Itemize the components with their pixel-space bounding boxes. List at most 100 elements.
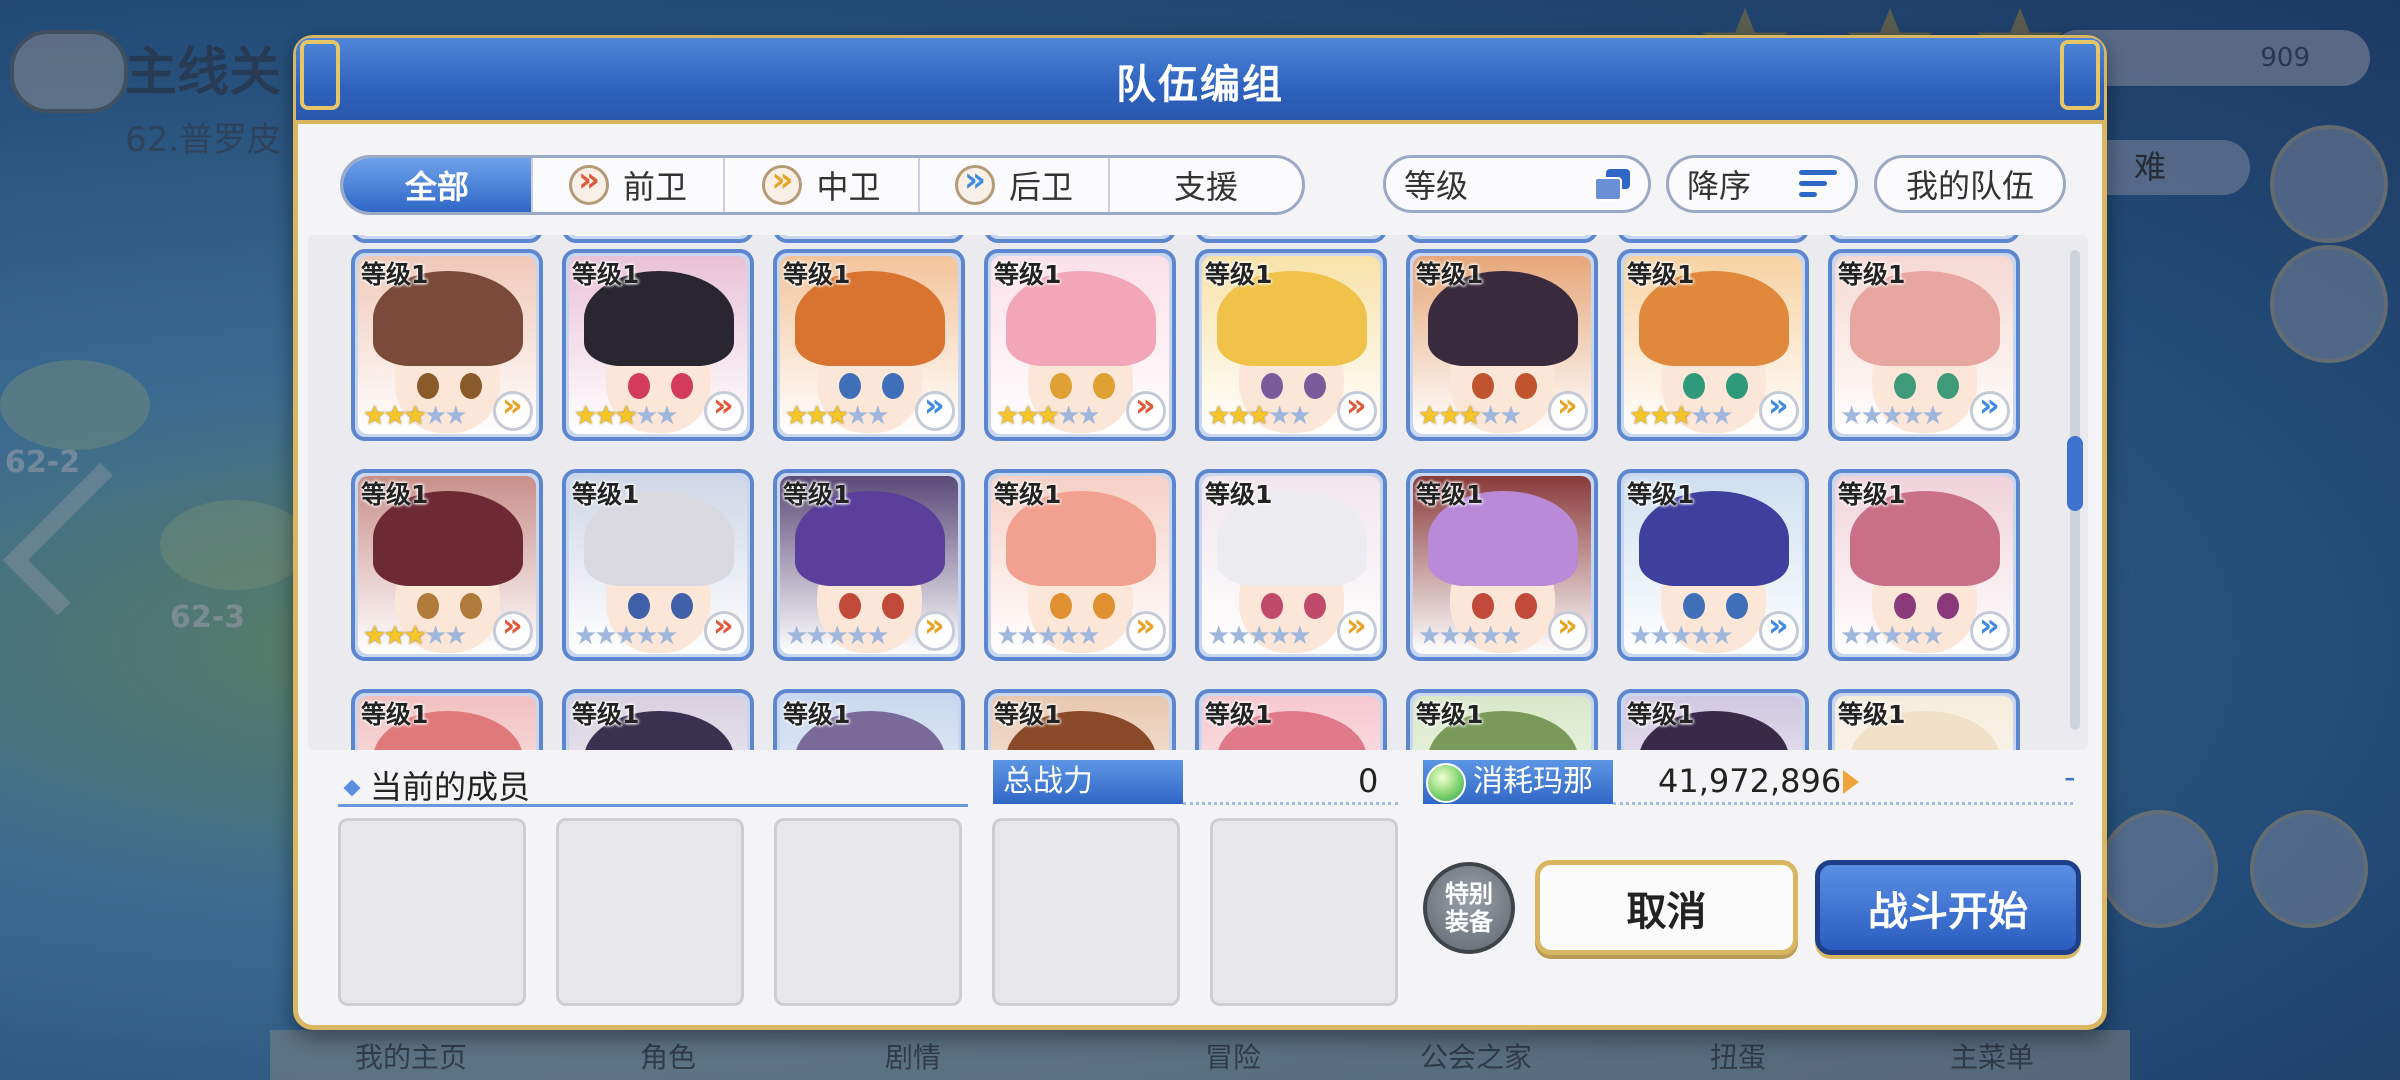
character-card[interactable]: 等级1 ★★★★★ [773, 469, 965, 661]
star-rating: ★★★★★ [996, 621, 1101, 651]
dialog-header: 队伍编组 [296, 38, 2104, 124]
character-card[interactable]: 等级1 ★★★★★ [1195, 469, 1387, 661]
mid-position-icon [1548, 386, 1588, 431]
character-card[interactable]: 等级1 ★★★★★ [984, 469, 1176, 661]
star-icon: ★ [1880, 401, 1904, 431]
character-card[interactable]: 等级1 [1406, 235, 1598, 243]
member-slot[interactable] [338, 818, 526, 1006]
mid-position-icon [762, 160, 803, 205]
character-eye [1304, 373, 1326, 399]
member-slot[interactable] [992, 818, 1180, 1006]
character-eye [1050, 593, 1072, 619]
character-card[interactable]: 等级1 ★★★★★ [1195, 249, 1387, 441]
character-card[interactable]: 等级1 ★★★★★ [1828, 249, 2020, 441]
cancel-button[interactable]: 取消 [1535, 860, 1798, 955]
character-card[interactable]: 等级1 [773, 235, 965, 243]
star-icon: ★ [655, 401, 678, 431]
star-rating: ★★★★★ [1418, 621, 1523, 651]
scrollbar-thumb[interactable] [2067, 436, 2083, 511]
star-icon: ★ [1458, 621, 1482, 651]
star-icon: ★ [1438, 401, 1461, 431]
star-rating: ★★★★★ [574, 401, 679, 431]
character-card[interactable]: 等级1 [562, 689, 754, 750]
character-eye [628, 593, 650, 619]
character-eye [1093, 373, 1115, 399]
sort-field-dropdown[interactable]: 等级 [1383, 155, 1651, 213]
member-slot[interactable] [774, 818, 962, 1006]
character-card[interactable]: 等级1 ★★★★★ [984, 249, 1176, 441]
star-icon: ★ [383, 401, 406, 431]
back-position-icon [1759, 606, 1799, 651]
front-position-icon [704, 606, 744, 651]
tab-all[interactable]: 全部 [343, 158, 533, 212]
sort-descending-icon [1799, 170, 1837, 198]
character-card[interactable]: 等级1 [1195, 689, 1387, 750]
member-slot[interactable] [1210, 818, 1398, 1006]
tab-label: 全部 [404, 168, 469, 206]
tab-support[interactable]: 支援 [1110, 158, 1302, 212]
star-rating: ★★★★★ [1418, 401, 1523, 431]
star-icon: ★ [423, 401, 447, 431]
character-card[interactable]: 等级1 ★★★★★ [1617, 469, 1809, 661]
diamond-icon [343, 779, 361, 797]
character-card[interactable]: 等级1 [1617, 689, 1809, 750]
character-level-label: 等级1 [1838, 260, 1906, 289]
star-icon: ★ [614, 621, 638, 651]
star-icon: ★ [1207, 401, 1230, 431]
star-icon: ★ [825, 401, 849, 431]
character-eye [671, 373, 693, 399]
character-card[interactable]: 等级1 [1406, 689, 1598, 750]
character-card[interactable]: 等级1 ★★★★★ [1406, 249, 1598, 441]
dialog-title: 队伍编组 [1116, 62, 1284, 108]
character-card[interactable]: 等级1 [1828, 689, 2020, 750]
character-card[interactable]: 等级1 [984, 235, 1176, 243]
character-card[interactable]: 等级1 [351, 689, 543, 750]
tab-front[interactable]: 前卫 [533, 158, 725, 212]
character-card[interactable]: 等级1 [1195, 235, 1387, 243]
star-icon: ★ [1689, 401, 1713, 431]
special-gear-button[interactable]: 特别装备 [1423, 862, 1515, 954]
my-team-button[interactable]: 我的队伍 [1874, 155, 2066, 213]
sort-order-button[interactable]: 降序 [1666, 155, 1858, 213]
character-card[interactable]: 等级1 ★★★★★ [1406, 469, 1598, 661]
character-card[interactable]: 等级1 ★★★★★ [1828, 469, 2020, 661]
star-icon: ★ [614, 401, 638, 431]
character-card[interactable]: 等级1 [984, 689, 1176, 750]
character-card[interactable]: 等级1 ★★★★★ [773, 249, 965, 441]
character-level-label: 等级1 [572, 480, 640, 509]
character-eye [882, 373, 904, 399]
character-level-label: 等级1 [1627, 480, 1695, 509]
character-eye [1937, 373, 1959, 399]
tab-back[interactable]: 后卫 [920, 158, 1110, 212]
star-icon: ★ [1016, 401, 1039, 431]
star-icon: ★ [805, 401, 828, 431]
character-card[interactable]: 等级1 [351, 235, 543, 243]
front-position-icon [704, 386, 744, 431]
star-icon: ★ [1649, 621, 1672, 651]
character-card[interactable]: 等级1 [1617, 235, 1809, 243]
star-icon: ★ [1840, 621, 1863, 651]
sort-order-label: 降序 [1687, 167, 1752, 205]
mid-position-icon [1337, 606, 1377, 651]
character-card[interactable]: 等级1 [562, 235, 754, 243]
star-icon: ★ [1247, 401, 1271, 431]
character-card[interactable]: 等级1 ★★★★★ [562, 249, 754, 441]
tab-mid[interactable]: 中卫 [725, 158, 920, 212]
character-eye [1683, 593, 1705, 619]
character-card[interactable]: 等级1 ★★★★★ [562, 469, 754, 661]
character-eye [628, 373, 650, 399]
character-card[interactable]: 等级1 [1828, 235, 2020, 243]
member-slot[interactable] [556, 818, 744, 1006]
team-formation-dialog: 队伍编组 全部 前卫 中卫 后卫 支援 等级 降序 [293, 35, 2107, 1030]
character-card[interactable]: 等级1 ★★★★★ [1617, 249, 1809, 441]
character-level-label: 等级1 [1838, 480, 1906, 509]
grid-scrollbar[interactable] [2067, 250, 2083, 730]
character-level-label: 等级1 [1205, 480, 1273, 509]
star-rating: ★★★★★ [1207, 621, 1312, 651]
star-icon: ★ [634, 401, 658, 431]
character-card[interactable]: 等级1 [773, 689, 965, 750]
character-card[interactable]: 等级1 ★★★★★ [351, 249, 543, 441]
character-card[interactable]: 等级1 ★★★★★ [351, 469, 543, 661]
start-battle-button[interactable]: 战斗开始 [1815, 860, 2081, 955]
star-icon: ★ [403, 621, 427, 651]
